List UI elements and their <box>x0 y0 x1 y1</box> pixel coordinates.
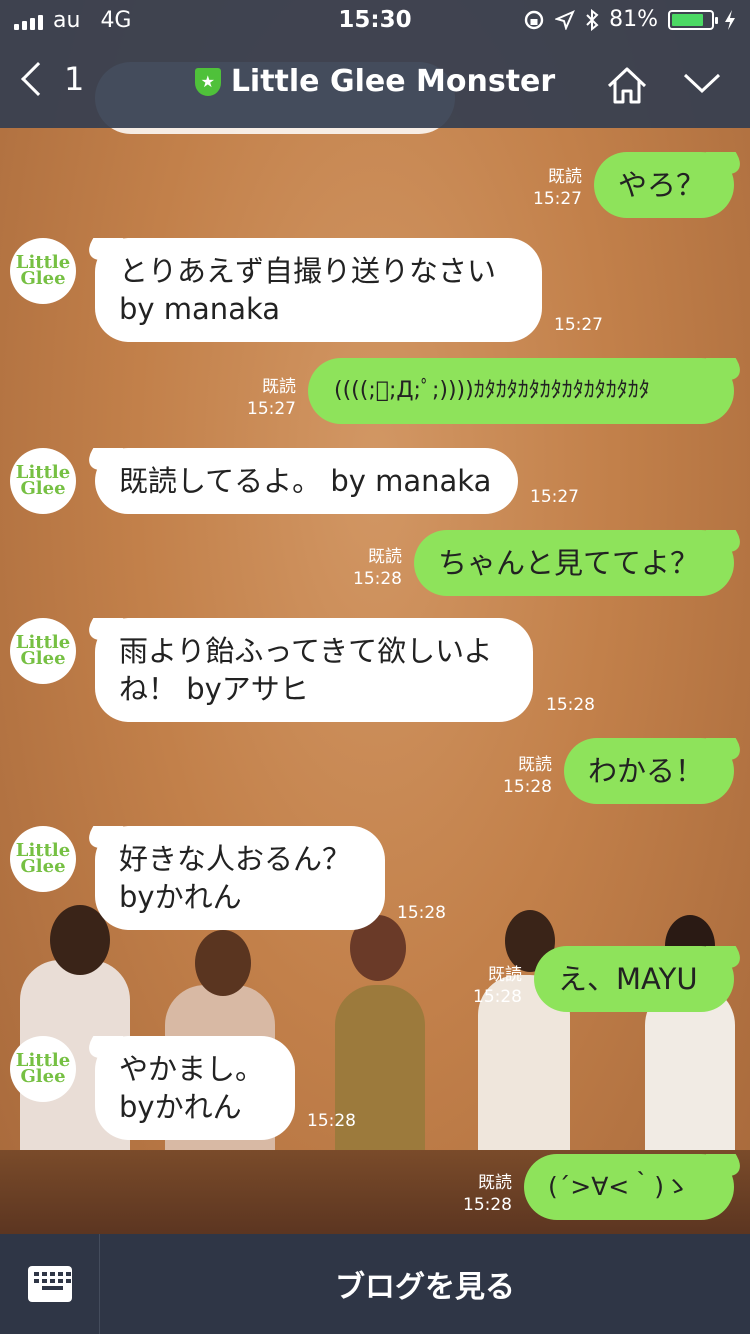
message-bubble-sent[interactable]: ((((;ﾟ;Д;ﾟ;))))ｶﾀｶﾀｶﾀｶﾀｶﾀｶﾀｶﾀｶﾀ <box>308 358 734 424</box>
keyboard-button[interactable] <box>0 1234 100 1334</box>
read-receipt: 既読 15:28 <box>463 1173 512 1215</box>
chevron-down-icon[interactable] <box>682 70 722 96</box>
avatar[interactable]: Little Glee <box>10 1036 76 1102</box>
avatar[interactable]: Little Glee <box>10 618 76 684</box>
background-figure-head <box>195 930 251 996</box>
keyboard-icon <box>27 1266 72 1302</box>
message-bubble-received[interactable]: やかまし。 byかれん <box>95 1036 295 1140</box>
rotation-lock-icon <box>524 10 544 29</box>
message-time: 15:27 <box>554 315 603 335</box>
message-time: 15:28 <box>546 695 595 715</box>
verified-shield-icon: ★ <box>194 67 221 96</box>
message-bubble-received[interactable]: 好きな人おるん？ byかれん <box>95 826 385 930</box>
message-bubble-received[interactable]: 雨より飴ふってきて欲しいよ ね！ byアサヒ <box>95 618 533 722</box>
bottom-bar: ブログを見る <box>0 1234 750 1334</box>
view-blog-button[interactable]: ブログを見る <box>100 1234 750 1334</box>
read-receipt: 既読 15:27 <box>533 167 582 209</box>
avatar[interactable]: Little Glee <box>10 448 76 514</box>
message-bubble-sent[interactable]: え、MAYU <box>534 946 734 1012</box>
home-icon[interactable] <box>605 64 649 106</box>
charging-icon <box>725 9 735 30</box>
battery-percent: 81% <box>609 7 658 32</box>
nav-bar: 1 ★ Little Glee Monster <box>0 50 750 120</box>
message-time: 15:28 <box>397 903 446 923</box>
chat-title-text: Little Glee Monster <box>230 64 556 99</box>
message-bubble-received[interactable]: 既読してるよ。 by manaka <box>95 448 518 514</box>
message-bubble-sent[interactable]: ちゃんと見ててよ？ <box>414 530 734 596</box>
read-receipt: 既読 15:27 <box>247 377 296 419</box>
avatar[interactable]: Little Glee <box>10 826 76 892</box>
read-receipt: 既読 15:28 <box>503 755 552 797</box>
message-time: 15:28 <box>307 1111 356 1131</box>
message-bubble-sent[interactable]: やろ？ <box>594 152 734 218</box>
message-bubble-sent[interactable]: わかる！ <box>564 738 734 804</box>
message-bubble-received[interactable]: とりあえず自撮り送りなさい by manaka <box>95 238 542 342</box>
bluetooth-icon <box>586 8 599 31</box>
read-receipt: 既読 15:28 <box>473 965 522 1007</box>
message-time: 15:27 <box>530 487 579 507</box>
message-bubble-sent[interactable]: (´>∀<｀)ゝ <box>524 1154 734 1220</box>
status-bar: au 4G 15:30 81% <box>0 0 750 40</box>
battery-icon <box>668 9 718 30</box>
avatar[interactable]: Little Glee <box>10 238 76 304</box>
read-receipt: 既読 15:28 <box>353 547 402 589</box>
top-bar: au 4G 15:30 81% 1 ★ Little Glee Monster <box>0 0 750 128</box>
location-icon <box>555 9 576 30</box>
